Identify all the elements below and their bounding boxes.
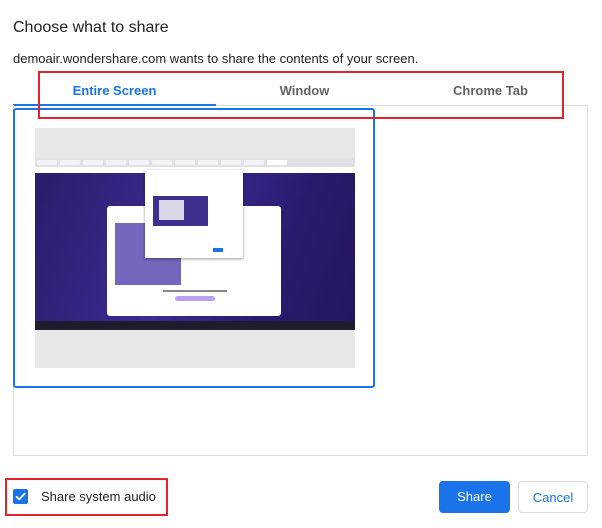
tab-entire-screen[interactable]: Entire Screen [13,75,216,106]
thumbnail-text-line [163,290,227,292]
tab-chrome-tab[interactable]: Chrome Tab [393,75,588,105]
thumbnail-browser-tab [221,160,241,165]
thumbnail-share-button [213,248,223,252]
thumbnail-browser-tab [129,160,149,165]
thumbnail-browser-tab [83,160,103,165]
cancel-button[interactable]: Cancel [518,481,588,513]
thumbnail-browser-tab [175,160,195,165]
thumbnail-browser-tab [60,160,80,165]
thumbnail-browser-tab [198,160,218,165]
share-audio-checkbox[interactable] [13,489,28,504]
share-button[interactable]: Share [439,481,510,513]
thumbnail-start-button [175,296,215,301]
share-audio-label[interactable]: Share system audio [41,489,156,504]
dialog-title: Choose what to share [13,19,169,36]
thumbnail-share-dialog [145,170,243,258]
tab-window[interactable]: Window [216,75,393,105]
thumbnail-browser-tab [106,160,126,165]
share-screen-dialog: Choose what to share demoair.wondershare… [0,0,602,528]
thumbnail-taskbar [35,321,355,330]
thumbnail-browser-tabbar [35,158,355,167]
dialog-subtitle: demoair.wondershare.com wants to share t… [13,51,419,66]
checkmark-icon [15,492,26,501]
entire-screen-source[interactable] [13,108,375,388]
source-tabs: Entire Screen Window Chrome Tab [13,75,588,106]
screen-thumbnail [35,128,355,368]
thumbnail-share-preview-window [159,200,184,220]
thumbnail-browser-tab [244,160,264,165]
thumbnail-browser-tab [37,160,57,165]
thumbnail-browser-tab [152,160,172,165]
thumbnail-browser-tab [267,160,287,165]
